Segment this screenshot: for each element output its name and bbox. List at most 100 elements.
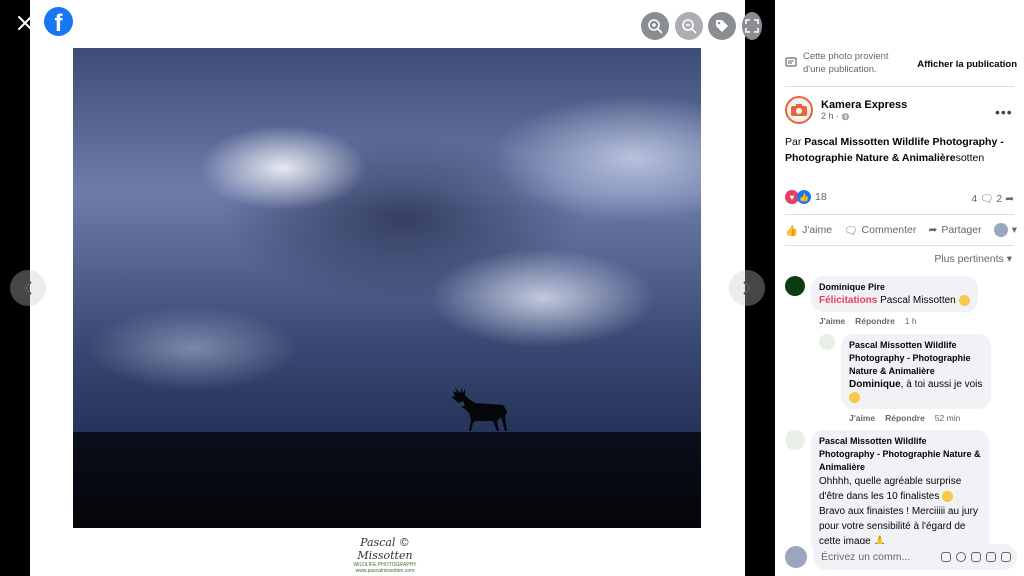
zoom-out-icon [682, 19, 697, 34]
caret-down-icon: ▾ [1011, 224, 1017, 236]
actor-switch[interactable]: ▾ [993, 223, 1017, 237]
caret-down-icon: ▾ [1006, 253, 1012, 265]
post-time-text[interactable]: 2 h · [821, 111, 839, 121]
comment-reply-link[interactable]: Répondre [855, 316, 895, 326]
avatar-sticker-icon[interactable] [1001, 552, 1011, 562]
more-options-icon[interactable]: ••• [995, 104, 1013, 120]
sort-comments[interactable]: Plus pertinents ▾ [934, 253, 1012, 265]
tag-icon [716, 20, 728, 32]
comment-text: Pascal Missotten [877, 295, 956, 306]
next-photo-button[interactable] [729, 270, 765, 306]
source-note: Cette photo provient d'une publication. … [785, 50, 1017, 76]
share-label: Partager [941, 224, 982, 236]
source-note-text: Cette photo provient d'une publication. [803, 51, 889, 75]
comment-tag[interactable]: Dominique [849, 379, 901, 390]
post-author: Kamera Express 2 h · ◍ [785, 96, 907, 124]
reactions-summary[interactable]: ♥ 👍 18 [785, 190, 827, 204]
close-icon[interactable] [12, 10, 38, 36]
previous-photo-button[interactable] [10, 270, 46, 306]
comment-meta: J'aime Répondre 1 h [819, 316, 978, 326]
comment-bubble: Dominique Pire Félicitations Pascal Miss… [811, 276, 978, 312]
comment-bubble: Pascal Missotten Wildlife Photography - … [811, 430, 989, 554]
commenter-name[interactable]: Dominique Pire [819, 281, 970, 294]
comment-bubble: Pascal Missotten Wildlife Photography - … [841, 334, 991, 409]
comment-count[interactable]: 4 [971, 193, 977, 205]
zoom-in-icon [648, 19, 663, 34]
commenter-name[interactable]: Pascal Missotten Wildlife Photography - … [819, 435, 981, 474]
gif-icon[interactable] [986, 552, 996, 562]
chevron-left-icon [23, 281, 32, 295]
like-button[interactable]: 👍 J'aime [785, 223, 832, 237]
comment-input[interactable]: Écrivez un comm... [813, 544, 1017, 570]
comment-like-link[interactable]: J'aime [849, 413, 875, 423]
author-name[interactable]: Kamera Express [821, 99, 907, 111]
user-avatar [993, 223, 1008, 237]
comment-label: Commenter [861, 224, 917, 236]
camera-icon[interactable] [971, 552, 981, 562]
facebook-logo-icon[interactable]: f [44, 7, 73, 37]
page-avatar[interactable] [785, 96, 813, 124]
view-post-link[interactable]: Afficher la publication [917, 58, 1017, 76]
smile-emoji-icon [958, 294, 970, 306]
post-side-panel: Cette photo provient d'une publication. … [775, 0, 1024, 576]
fullscreen-icon [745, 19, 759, 33]
emoji-icon[interactable] [956, 552, 966, 562]
signature-line2: www.pascalmissotten.com [355, 568, 415, 574]
comment-icon: 🗨 [844, 224, 858, 237]
sort-label: Plus pertinents [934, 253, 1004, 265]
commenter-avatar[interactable] [819, 334, 835, 350]
smile-emoji-icon [942, 490, 954, 502]
comment-reply: Pascal Missotten Wildlife Photography - … [819, 334, 1015, 423]
post-icon [785, 57, 797, 67]
fullscreen-button[interactable] [742, 12, 762, 40]
share-button[interactable]: ➦ Partager [929, 223, 982, 237]
globe-icon: ◍ [841, 110, 850, 121]
comment-like-link[interactable]: J'aime [819, 316, 845, 326]
divider [785, 214, 1014, 215]
comment-composer: Écrivez un comm... [785, 544, 1017, 570]
comment-reply-link[interactable]: Répondre [885, 413, 925, 423]
post-caption: Par Pascal Missotten Wildlife Photograph… [785, 134, 1015, 166]
share-icon: ➦ [928, 224, 938, 236]
comment: Dominique Pire Félicitations Pascal Miss… [785, 276, 978, 326]
tag-button[interactable] [708, 12, 736, 40]
comment: Pascal Missotten Wildlife Photography - … [785, 430, 1011, 554]
comment-tag: Félicitations [819, 295, 878, 306]
sticker-icon[interactable] [941, 552, 951, 562]
camera-logo-icon [791, 104, 807, 116]
photo-viewer: Pascal © Missotten WILDLIFE PHOTOGRAPHY … [0, 0, 775, 576]
post-actions: 👍 J'aime 🗨 Commenter ➦ Partager ▾ [785, 223, 1017, 237]
caption-prefix: Par [785, 136, 805, 148]
chevron-right-icon [743, 281, 752, 295]
zoom-in-button[interactable] [641, 12, 669, 40]
commenter-name[interactable]: Pascal Missotten Wildlife Photography - … [849, 339, 983, 378]
engagement-counts: 4 🗨 2 ➦ [971, 192, 1014, 205]
comment-text-2: Bravo aux finaistes ! Merciiiii au jury … [819, 506, 978, 547]
comment-input-placeholder: Écrivez un comm... [821, 551, 911, 563]
comment-button[interactable]: 🗨 Commenter [844, 223, 916, 237]
photo[interactable] [73, 48, 701, 528]
comment-time[interactable]: 1 h [905, 316, 917, 326]
comment-time[interactable]: 52 min [935, 413, 961, 423]
signature-script: Pascal © Missotten [357, 536, 413, 562]
like-reaction-icon: 👍 [797, 190, 811, 204]
comment-meta: J'aime Répondre 52 min [849, 413, 991, 423]
like-label: J'aime [802, 224, 833, 236]
deer-silhouette [451, 387, 507, 431]
comment-text: , à toi aussi je vois [900, 379, 983, 390]
grin-emoji-icon [849, 391, 860, 403]
commenter-avatar[interactable] [785, 430, 805, 450]
photo-ground [73, 432, 701, 528]
post-time: 2 h · ◍ [821, 111, 907, 122]
reaction-count: 18 [815, 191, 827, 203]
thumbs-up-icon: 👍 [785, 224, 799, 237]
share-count[interactable]: 2 [996, 193, 1002, 205]
zoom-out-button[interactable] [675, 12, 703, 40]
share-count-icon: ➦ [1005, 193, 1014, 205]
comment-text: Ohhhh, quelle agréable surprise d'être d… [819, 476, 962, 502]
caption-suffix: sotten [955, 152, 985, 164]
divider [785, 245, 1014, 246]
divider [785, 86, 1014, 87]
commenter-avatar[interactable] [785, 276, 805, 296]
user-avatar[interactable] [785, 546, 807, 568]
